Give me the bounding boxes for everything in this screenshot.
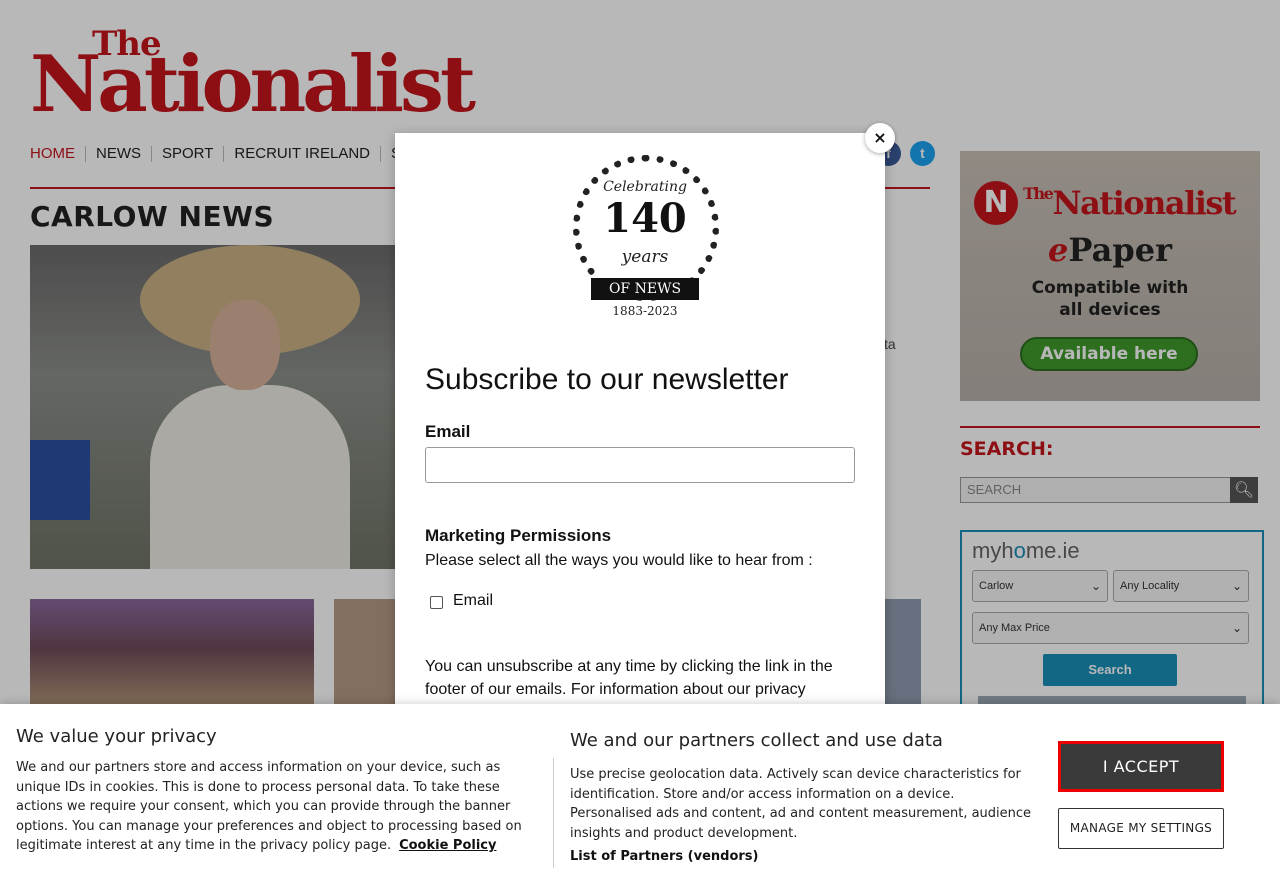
email-permission-label[interactable]: Email: [453, 592, 493, 610]
marketing-permissions-prompt: Please select all the ways you would lik…: [425, 552, 813, 569]
cookie-purposes-body: Use precise geolocation data. Actively s…: [570, 767, 1032, 841]
cookie-policy-link[interactable]: Cookie Policy: [399, 838, 496, 853]
cookie-purposes-title: We and our partners collect and use data: [570, 730, 943, 751]
marketing-permissions-title: Marketing Permissions: [425, 526, 612, 545]
partners-link[interactable]: List of Partners (vendors): [570, 849, 758, 864]
anniversary-badge: Celebrating 140 years OF NEWS 1883-2023: [565, 151, 725, 326]
badge-dates: 1883-2023: [612, 304, 678, 318]
accept-button[interactable]: I ACCEPT: [1058, 741, 1224, 792]
newsletter-modal: Celebrating 140 years OF NEWS 1883-2023 …: [395, 133, 885, 733]
email-field[interactable]: [425, 447, 855, 483]
cookie-title: We value your privacy: [16, 726, 217, 747]
cookie-body: We and our partners store and access inf…: [16, 758, 540, 856]
manage-settings-button[interactable]: MANAGE MY SETTINGS: [1058, 808, 1224, 849]
badge-celebrating: Celebrating: [603, 179, 687, 195]
cookie-divider: [553, 758, 554, 868]
email-label: Email: [425, 422, 471, 441]
badge-number: 140: [603, 195, 687, 242]
newsletter-title: Subscribe to our newsletter: [425, 363, 789, 396]
badge-banner: OF NEWS: [591, 278, 699, 300]
unsubscribe-text: You can unsubscribe at any time by click…: [425, 658, 833, 698]
email-permission-checkbox[interactable]: [430, 596, 443, 609]
close-icon[interactable]: ×: [865, 123, 895, 153]
badge-years: years: [621, 247, 669, 267]
cookie-consent-banner: We value your privacy We and our partner…: [0, 704, 1280, 887]
